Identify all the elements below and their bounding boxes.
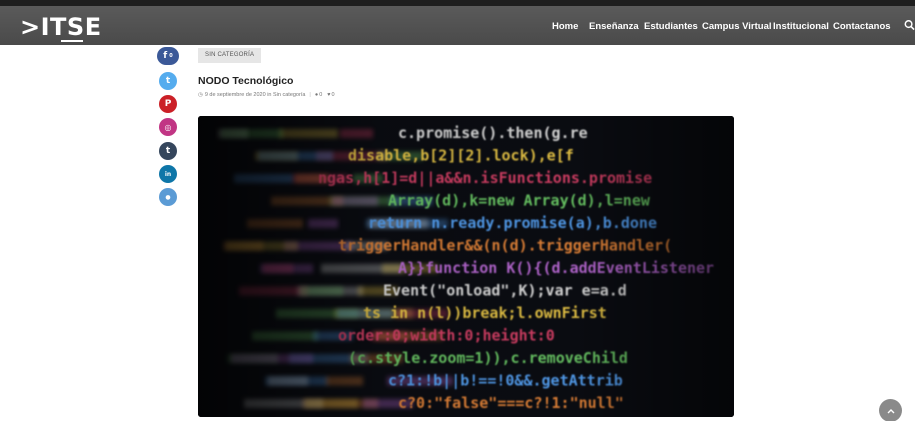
nav-ensenanza[interactable]: Enseñanza xyxy=(589,21,639,32)
nav-contactanos[interactable]: Contactanos xyxy=(833,21,891,32)
post-meta: ◷ 9 de septiembre de 2020 in Sin categor… xyxy=(198,92,335,98)
vk-share-button[interactable]: ● xyxy=(159,188,177,206)
post-date: 9 de septiembre de 2020 in Sin categoría xyxy=(204,92,306,98)
nav-home[interactable]: Home xyxy=(552,21,578,32)
pinterest-icon: P xyxy=(164,99,172,109)
logo-underline xyxy=(61,40,83,42)
twitter-icon: t xyxy=(165,76,171,86)
linkedin-icon: in xyxy=(164,170,172,178)
category-tag[interactable]: SIN CATEGORÍA xyxy=(198,48,262,63)
twitter-share-button[interactable]: t xyxy=(159,72,177,90)
like-count: 0 xyxy=(331,92,335,98)
tumblr-icon: t xyxy=(165,146,171,156)
facebook-share-button[interactable]: f0 xyxy=(157,47,179,65)
instagram-share-button[interactable]: ◎ xyxy=(159,118,177,136)
scroll-to-top-button[interactable] xyxy=(879,399,902,421)
linkedin-share-button[interactable]: in xyxy=(159,165,177,183)
nav-institucional[interactable]: Institucional xyxy=(773,21,829,32)
chevron-up-icon xyxy=(887,408,894,413)
comment-icon: ● xyxy=(314,92,319,98)
code-screen-image: c.promise().then(g.redisable,b[2][2].loc… xyxy=(198,116,734,417)
site-header: >ITSE Home Enseñanza Estudiantes Campus … xyxy=(0,6,915,45)
comment-count: 0 xyxy=(319,92,323,98)
heart-icon: ♥ xyxy=(327,92,331,98)
meta-divider: | xyxy=(309,92,311,98)
vk-icon: ● xyxy=(165,193,171,201)
nav-campus-virtual[interactable]: Campus Virtual xyxy=(702,21,772,32)
site-logo[interactable]: >ITSE xyxy=(20,14,102,40)
facebook-icon: f xyxy=(163,51,168,61)
post-title[interactable]: NODO Tecnológico xyxy=(198,75,293,87)
facebook-share-count: 0 xyxy=(169,53,173,59)
post-featured-image[interactable]: c.promise().then(g.redisable,b[2][2].loc… xyxy=(198,116,734,417)
search-icon[interactable] xyxy=(904,19,915,31)
clock-icon: ◷ xyxy=(198,92,203,98)
tumblr-share-button[interactable]: t xyxy=(159,142,177,160)
instagram-icon: ◎ xyxy=(164,122,172,132)
nav-estudiantes[interactable]: Estudiantes xyxy=(644,21,698,32)
pinterest-share-button[interactable]: P xyxy=(159,95,177,113)
